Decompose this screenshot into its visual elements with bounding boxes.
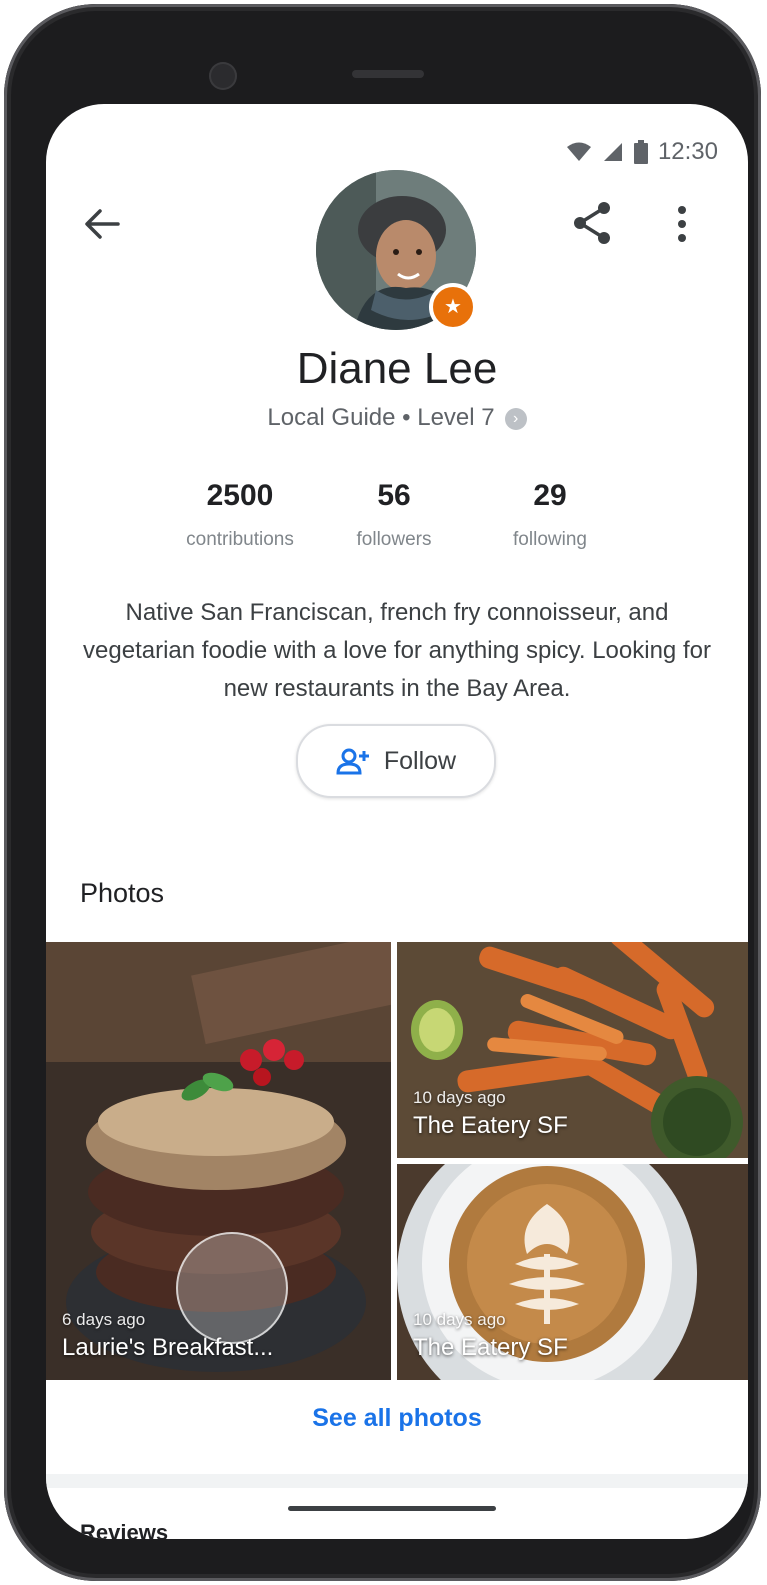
phone-frame: 12:30 ★ Diane Lee Local Guide • Level 7 … bbox=[4, 4, 761, 1581]
photo-meta: 10 days ago The Eatery SF bbox=[413, 1310, 568, 1362]
guide-level: Local Guide • Level 7 › bbox=[46, 404, 748, 432]
status-bar: 12:30 bbox=[566, 138, 718, 166]
share-icon[interactable] bbox=[571, 200, 613, 246]
stat-value: 56 bbox=[377, 479, 411, 512]
front-camera bbox=[209, 62, 237, 90]
stat-label: following bbox=[513, 529, 587, 550]
profile-name: Diane Lee bbox=[296, 344, 498, 393]
photo-place: Laurie's Breakfast... bbox=[62, 1334, 274, 1361]
battery-icon bbox=[633, 140, 648, 164]
signal-icon bbox=[603, 143, 622, 161]
photo-place: The Eatery SF bbox=[413, 1112, 568, 1139]
local-guide-badge: ★ bbox=[429, 283, 477, 331]
stat-contributions[interactable]: 2500 contributions bbox=[160, 479, 320, 551]
see-all-photos-link[interactable]: See all photos bbox=[46, 1404, 748, 1433]
earpiece-speaker bbox=[352, 70, 424, 78]
stat-label: contributions bbox=[186, 529, 294, 550]
stat-value: 29 bbox=[533, 479, 567, 512]
photo-place: The Eatery SF bbox=[413, 1334, 568, 1361]
photos-heading: Photos bbox=[80, 878, 165, 908]
home-gesture-bar[interactable] bbox=[288, 1506, 496, 1511]
follow-button[interactable]: Follow bbox=[296, 724, 496, 798]
photo-age: 10 days ago bbox=[413, 1310, 506, 1329]
more-vert-icon[interactable] bbox=[672, 202, 692, 246]
photo-age: 10 days ago bbox=[413, 1088, 506, 1107]
photo-tile[interactable]: 10 days ago The Eatery SF bbox=[397, 942, 748, 1158]
back-arrow-icon[interactable] bbox=[82, 204, 122, 244]
stat-label: followers bbox=[356, 529, 432, 550]
stat-following[interactable]: 29 following bbox=[470, 479, 630, 551]
profile-avatar[interactable]: ★ bbox=[316, 170, 477, 331]
screen: 12:30 ★ Diane Lee Local Guide • Level 7 … bbox=[46, 104, 748, 1539]
stat-value: 2500 bbox=[206, 479, 274, 512]
photo-tile[interactable]: 6 days ago Laurie's Breakfast... bbox=[46, 942, 391, 1380]
person-add-icon bbox=[336, 748, 369, 775]
photo-tile[interactable]: 10 days ago The Eatery SF bbox=[397, 1164, 748, 1380]
profile-bio: Native San Franciscan, french fry connoi… bbox=[83, 599, 711, 702]
section-divider bbox=[46, 1474, 748, 1488]
photo-grid: 6 days ago Laurie's Breakfast... 10 days… bbox=[46, 942, 748, 1380]
photo-age: 6 days ago bbox=[62, 1310, 146, 1329]
status-time: 12:30 bbox=[657, 138, 718, 165]
star-icon: ★ bbox=[444, 296, 462, 318]
wifi-icon bbox=[566, 142, 591, 161]
stat-followers[interactable]: 56 followers bbox=[314, 479, 474, 551]
follow-label: Follow bbox=[383, 746, 457, 775]
photo-meta: 6 days ago Laurie's Breakfast... bbox=[62, 1310, 273, 1362]
guide-level-text: Local Guide • Level 7 bbox=[267, 404, 495, 431]
photo-meta: 10 days ago The Eatery SF bbox=[413, 1088, 568, 1140]
reviews-heading: Reviews bbox=[80, 1520, 169, 1539]
info-icon[interactable]: › bbox=[504, 407, 527, 430]
